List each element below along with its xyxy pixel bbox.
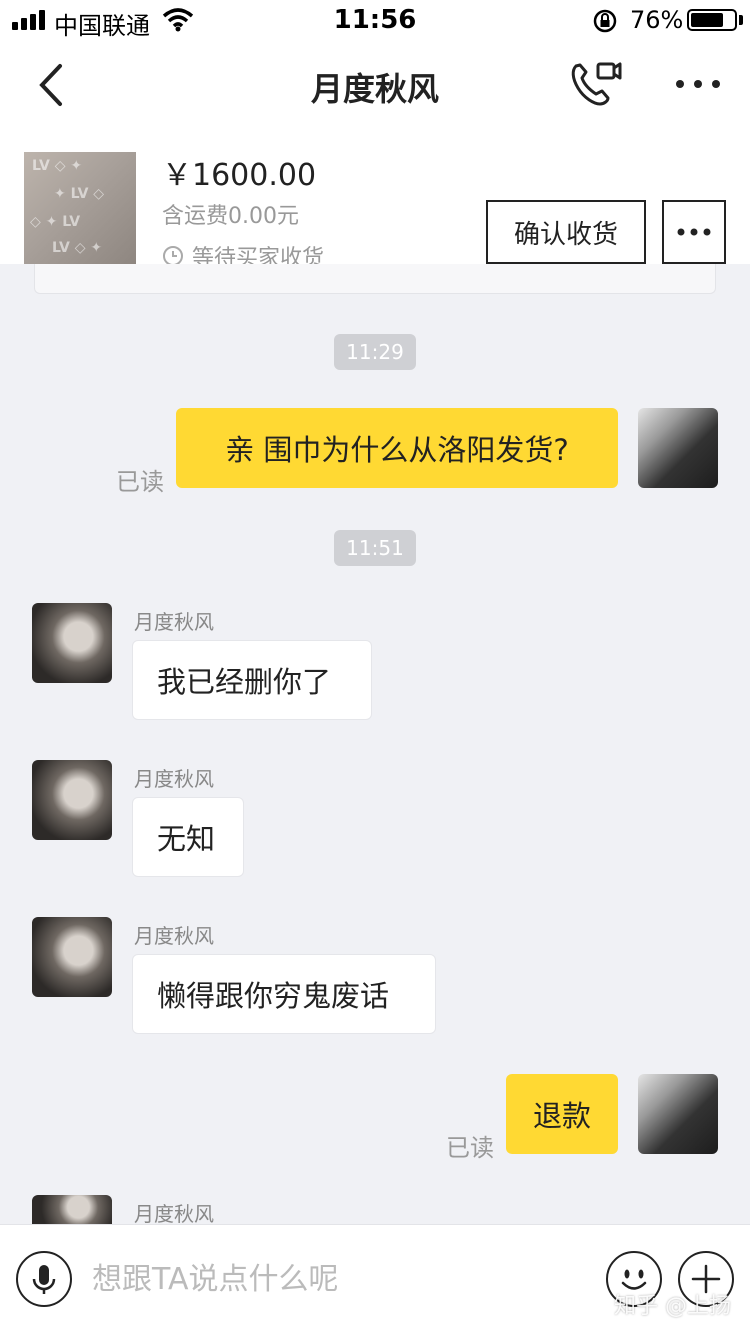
sender-name: 月度秋风 bbox=[134, 767, 214, 791]
avatar-self[interactable] bbox=[638, 1074, 718, 1154]
microphone-glyph bbox=[32, 1265, 56, 1294]
microphone-icon[interactable] bbox=[16, 1251, 72, 1307]
message-input[interactable] bbox=[92, 1251, 592, 1307]
timestamp: 11:29 bbox=[0, 334, 750, 370]
shipping-fee: 含运费0.00元 bbox=[162, 204, 299, 229]
message-bubble-outgoing[interactable]: 退款 bbox=[506, 1074, 618, 1154]
product-image[interactable]: LV ◇ ✦ ✦ LV ◇ ◇ ✦ LV LV ◇ ✦ bbox=[24, 152, 136, 264]
product-card[interactable]: LV ◇ ✦ ✦ LV ◇ ◇ ✦ LV LV ◇ ✦ ￥1600.00 含运费… bbox=[0, 132, 750, 271]
avatar-peer[interactable] bbox=[32, 603, 112, 683]
battery-icon bbox=[687, 9, 737, 31]
sender-name: 月度秋风 bbox=[134, 1202, 214, 1226]
rotation-lock-icon bbox=[593, 9, 617, 33]
battery-percent: 76% bbox=[630, 6, 684, 34]
status-bar: 中国联通 11:56 76% bbox=[0, 0, 750, 40]
more-icon[interactable] bbox=[672, 70, 724, 98]
watermark: 知乎 @上扬 bbox=[614, 1294, 731, 1319]
avatar-peer[interactable] bbox=[32, 760, 112, 840]
confirm-receipt-button[interactable]: 确认收货 bbox=[486, 200, 646, 264]
message-bubble-incoming[interactable]: 无知 bbox=[132, 797, 244, 877]
sender-name: 月度秋风 bbox=[134, 610, 214, 634]
message-bubble-outgoing[interactable]: 亲 围巾为什么从洛阳发货? bbox=[176, 408, 618, 488]
card-more-button[interactable] bbox=[662, 200, 726, 264]
sender-name: 月度秋风 bbox=[134, 924, 214, 948]
timestamp: 11:51 bbox=[0, 530, 750, 566]
avatar-peer[interactable] bbox=[32, 1195, 112, 1224]
phone-video-icon[interactable] bbox=[566, 58, 622, 110]
more-icon bbox=[677, 228, 711, 236]
read-receipt: 已读 bbox=[446, 1134, 494, 1162]
page-title: 月度秋风 bbox=[310, 70, 439, 108]
product-price: ￥1600.00 bbox=[162, 158, 317, 193]
read-receipt: 已读 bbox=[116, 468, 164, 496]
nav-bar: 月度秋风 bbox=[0, 40, 750, 132]
battery-cap bbox=[739, 15, 743, 25]
avatar-peer[interactable] bbox=[32, 917, 112, 997]
message-bubble-incoming[interactable]: 懒得跟你穷鬼废话 bbox=[132, 954, 436, 1034]
avatar-self[interactable] bbox=[638, 408, 718, 488]
card-shadow-edge bbox=[34, 264, 716, 294]
message-bubble-incoming[interactable]: 我已经删你了 bbox=[132, 640, 372, 720]
